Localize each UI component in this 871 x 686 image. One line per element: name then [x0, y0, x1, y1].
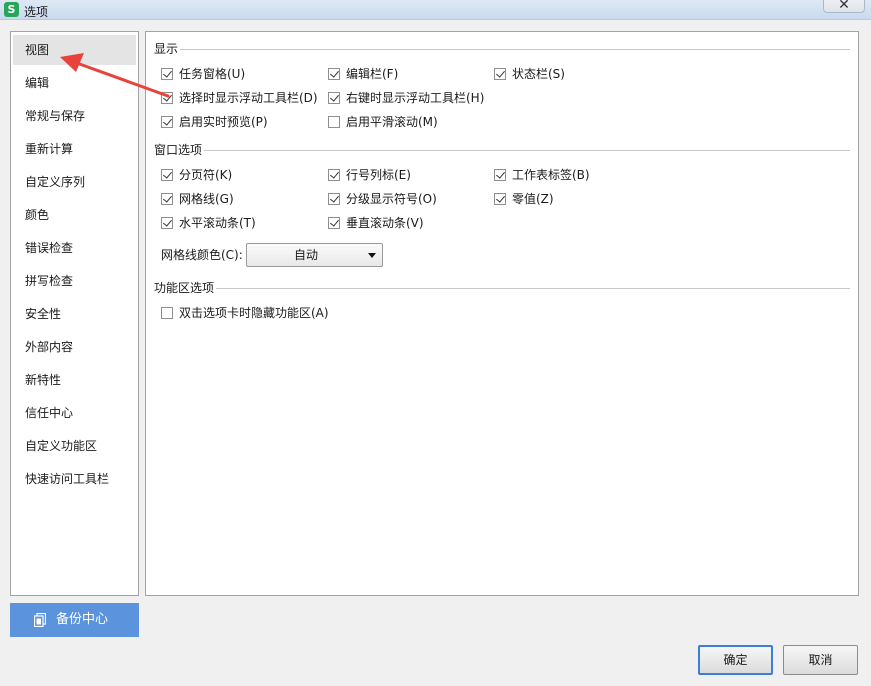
checkbox-box: [494, 68, 506, 80]
checkbox-box: [328, 169, 340, 181]
gridline-color-label: 网格线颜色(C):: [161, 248, 243, 262]
sidebar-item-security[interactable]: 安全性: [13, 299, 136, 329]
options-category-list: 视图 编辑 常规与保存 重新计算 自定义序列 颜色 错误检查 拼写检查 安全性 …: [10, 31, 139, 596]
checkbox-box: [494, 169, 506, 181]
checkbox-box: [161, 169, 173, 181]
checkbox-box: [494, 193, 506, 205]
sidebar-item-external-content[interactable]: 外部内容: [13, 332, 136, 362]
backup-center-button[interactable]: 备份中心: [10, 603, 139, 637]
sidebar-item-customize-ribbon[interactable]: 自定义功能区: [13, 431, 136, 461]
floating-toolbar-on-right-click-checkbox[interactable]: 右键时显示浮动工具栏(H): [328, 90, 484, 106]
section-title-ribbon-options: 功能区选项: [154, 281, 215, 295]
cancel-button[interactable]: 取消: [783, 645, 858, 675]
live-preview-checkbox[interactable]: 启用实时预览(P): [161, 114, 268, 130]
checkbox-box: [161, 92, 173, 104]
checkbox-box: [161, 193, 173, 205]
zero-values-checkbox[interactable]: 零值(Z): [494, 191, 554, 207]
status-bar-checkbox[interactable]: 状态栏(S): [494, 66, 565, 82]
section-divider: [180, 49, 850, 50]
row-col-headers-checkbox[interactable]: 行号列标(E): [328, 167, 411, 183]
checkbox-box: [328, 193, 340, 205]
wps-app-icon: S: [4, 2, 19, 17]
hide-ribbon-on-double-click-checkbox[interactable]: 双击选项卡时隐藏功能区(A): [161, 305, 329, 321]
checkbox-box: [328, 116, 340, 128]
sidebar-item-recalculate[interactable]: 重新计算: [13, 134, 136, 164]
smooth-scroll-checkbox[interactable]: 启用平滑滚动(M): [328, 114, 438, 130]
sidebar-item-edit[interactable]: 编辑: [13, 68, 136, 98]
view-options-panel: 显示 任务窗格(U) 编辑栏(F) 状态栏(S) 选择时显示浮动工具栏(D) 右…: [145, 31, 859, 596]
sidebar-item-new-features[interactable]: 新特性: [13, 365, 136, 395]
sidebar-item-view[interactable]: 视图: [13, 35, 136, 65]
sidebar-item-general-save[interactable]: 常规与保存: [13, 101, 136, 131]
task-pane-checkbox[interactable]: 任务窗格(U): [161, 66, 245, 82]
dropdown-arrow-icon: [368, 253, 376, 258]
sidebar-item-trust-center[interactable]: 信任中心: [13, 398, 136, 428]
section-title-window-options: 窗口选项: [154, 143, 203, 157]
document-icon: [34, 613, 46, 627]
gridline-color-dropdown[interactable]: 自动: [246, 243, 383, 267]
sidebar-item-error-check[interactable]: 错误检查: [13, 233, 136, 263]
title-bar: S 选项 ✕: [0, 0, 871, 20]
outline-symbols-checkbox[interactable]: 分级显示符号(O): [328, 191, 437, 207]
gridlines-checkbox[interactable]: 网格线(G): [161, 191, 234, 207]
ok-button[interactable]: 确定: [698, 645, 773, 675]
close-button[interactable]: ✕: [823, 0, 865, 13]
checkbox-box: [328, 68, 340, 80]
checkbox-box: [161, 116, 173, 128]
sidebar-item-spell-check[interactable]: 拼写检查: [13, 266, 136, 296]
floating-toolbar-on-select-checkbox[interactable]: 选择时显示浮动工具栏(D): [161, 90, 318, 106]
checkbox-box: [161, 68, 173, 80]
checkbox-box: [328, 217, 340, 229]
formula-bar-checkbox[interactable]: 编辑栏(F): [328, 66, 398, 82]
window-title: 选项: [24, 5, 49, 19]
backup-center-label: 备份中心: [56, 612, 109, 627]
checkbox-box: [161, 307, 173, 319]
page-breaks-checkbox[interactable]: 分页符(K): [161, 167, 232, 183]
checkbox-box: [161, 217, 173, 229]
sidebar-item-custom-lists[interactable]: 自定义序列: [13, 167, 136, 197]
section-divider: [204, 150, 850, 151]
sidebar-item-quick-access-toolbar[interactable]: 快速访问工具栏: [13, 464, 136, 494]
sheet-tabs-checkbox[interactable]: 工作表标签(B): [494, 167, 590, 183]
horizontal-scrollbar-checkbox[interactable]: 水平滚动条(T): [161, 215, 256, 231]
gridline-color-value: 自动: [293, 248, 318, 262]
sidebar-item-color[interactable]: 颜色: [13, 200, 136, 230]
section-divider: [216, 288, 850, 289]
section-title-display: 显示: [154, 42, 179, 56]
vertical-scrollbar-checkbox[interactable]: 垂直滚动条(V): [328, 215, 424, 231]
checkbox-box: [328, 92, 340, 104]
